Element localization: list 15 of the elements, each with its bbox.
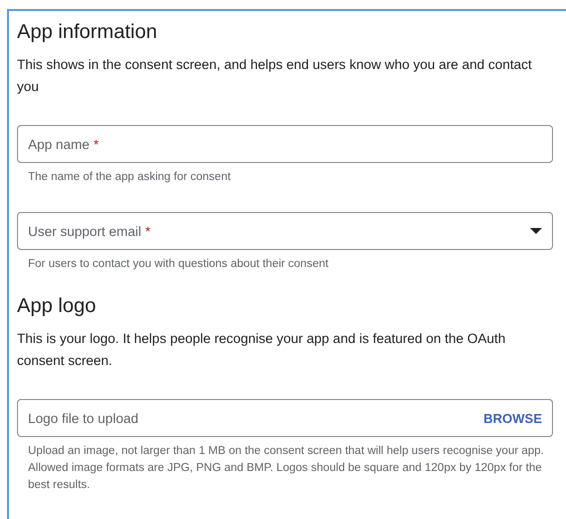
field-label: User support email *	[28, 224, 152, 238]
helper-text: Upload an image, not larger than 1 MB on the consent screen that will help users recognise your app. Allowed image formats are JPG, PNG and BMP. Logos should be square and 120px by 120px for the best results.	[28, 444, 545, 493]
input-field[interactable]: App name *	[17, 125, 553, 163]
dropdown-arrow-icon	[530, 228, 542, 234]
section-heading: App information	[17, 21, 158, 44]
section-heading: App logo	[17, 295, 97, 318]
field-label: App name *	[28, 136, 100, 152]
browse-button[interactable]: BROWSE	[484, 406, 542, 430]
section-description: This shows in the consent screen, and helps end users know who you are and contact you	[17, 56, 533, 96]
section-description: This is your logo. It helps people recognise your app and is featured on the OAuth consent screen.	[17, 330, 507, 370]
helper-text: For users to contact you with questions about their consent	[28, 257, 330, 272]
file-upload-field[interactable]: Logo file to upload BROWSE	[17, 399, 553, 437]
helper-text: The name of the app asking for consent	[28, 170, 232, 185]
field-label: Logo file to upload	[28, 410, 140, 426]
select-field[interactable]: User support email *	[17, 212, 553, 250]
